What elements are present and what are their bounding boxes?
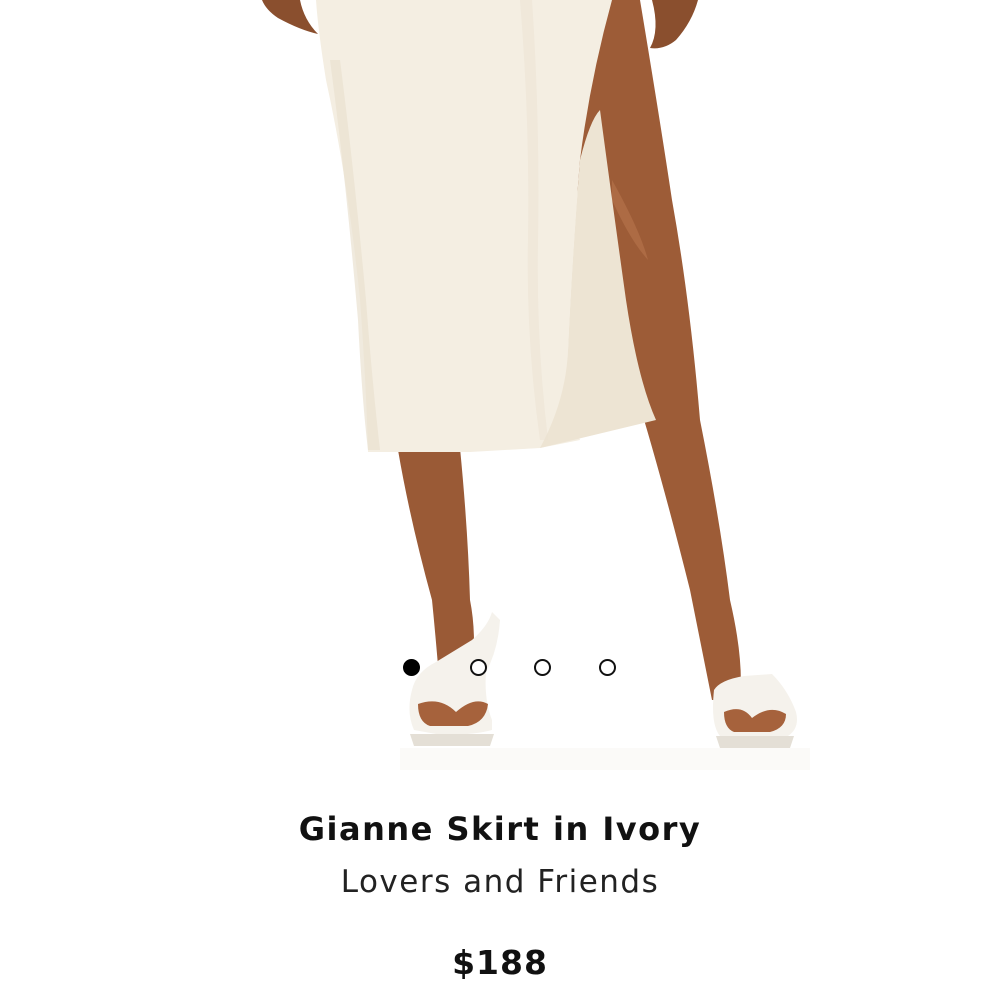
product-title[interactable]: Gianne Skirt in Ivory <box>0 810 1000 848</box>
right-hand <box>650 0 698 49</box>
carousel-dot-4[interactable] <box>599 659 616 676</box>
product-price: $188 <box>452 943 548 982</box>
product-photo <box>262 0 810 770</box>
product-brand[interactable]: Lovers and Friends <box>0 864 1000 900</box>
product-image[interactable] <box>0 0 1000 770</box>
carousel-dot-1[interactable] <box>403 659 420 676</box>
carousel-indicator <box>0 658 1000 682</box>
carousel-dot-2[interactable] <box>470 659 487 676</box>
carousel-dot-3[interactable] <box>534 659 551 676</box>
left-hand <box>262 0 318 34</box>
